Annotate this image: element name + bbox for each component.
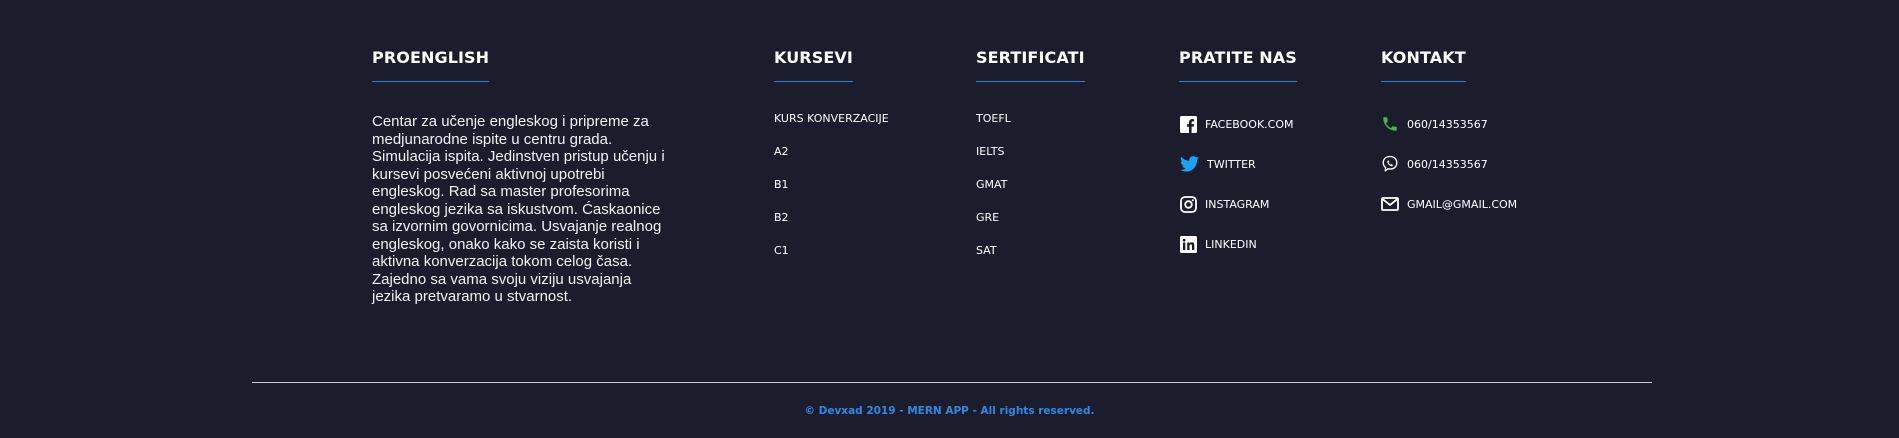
social-label-instagram: INSTAGRAM [1205, 197, 1270, 211]
courses-list: KURS KONVERZACIJE A2 B1 B2 C1 [774, 112, 934, 257]
envelope-icon [1381, 195, 1399, 213]
social-link-linkedin[interactable]: LINKEDIN [1179, 234, 1359, 254]
contact-phone[interactable]: 060/14353567 [1381, 114, 1601, 134]
social-link-instagram[interactable]: INSTAGRAM [1179, 194, 1359, 214]
phone-icon [1381, 115, 1399, 133]
about-section: PROENGLISH Centar za učenje engleskog i … [372, 48, 712, 306]
courses-title: KURSEVI [774, 48, 853, 67]
twitter-icon [1179, 155, 1199, 173]
contact-viber-label: 060/14353567 [1407, 157, 1488, 171]
about-title: PROENGLISH [372, 48, 490, 67]
social-label-twitter: TWITTER [1207, 157, 1256, 171]
courses-section: KURSEVI KURS KONVERZACIJE A2 B1 B2 C1 [774, 48, 934, 277]
linkedin-icon [1179, 235, 1197, 253]
follow-title: PRATITE NAS [1179, 48, 1297, 67]
contact-email[interactable]: GMAIL@GMAIL.COM [1381, 194, 1601, 214]
certificates-title: SERTIFICATI [976, 48, 1085, 67]
viber-icon [1381, 155, 1399, 173]
social-link-facebook[interactable]: FACEBOOK.COM [1179, 114, 1359, 134]
course-link-b2[interactable]: B2 [774, 211, 934, 224]
footer-divider [252, 382, 1652, 383]
contact-list: 060/14353567 060/14353567 GMAIL@GMAIL.CO… [1381, 114, 1601, 214]
social-link-twitter[interactable]: TWITTER [1179, 154, 1359, 174]
course-link-a2[interactable]: A2 [774, 145, 934, 158]
follow-section: PRATITE NAS FACEBOOK.COM TWITTER INSTAGR… [1179, 48, 1359, 274]
contact-title: KONTAKT [1381, 48, 1466, 67]
copyright-text: © Devxad 2019 - MERN APP - All rights re… [804, 405, 1095, 417]
social-list: FACEBOOK.COM TWITTER INSTAGRAM LINKEDIN [1179, 114, 1359, 254]
certificates-title-underline [976, 81, 1085, 82]
about-title-underline [372, 81, 490, 82]
contact-phone-label: 060/14353567 [1407, 117, 1488, 131]
social-label-linkedin: LINKEDIN [1205, 237, 1257, 251]
contact-email-label: GMAIL@GMAIL.COM [1407, 197, 1518, 211]
social-label-facebook: FACEBOOK.COM [1205, 117, 1294, 131]
certificate-link-sat[interactable]: SAT [976, 244, 1136, 257]
about-description: Centar za učenje engleskog i pripreme za… [372, 113, 665, 305]
certificate-link-ielts[interactable]: IELTS [976, 145, 1136, 158]
certificate-link-gre[interactable]: GRE [976, 211, 1136, 224]
certificates-section: SERTIFICATI TOEFL IELTS GMAT GRE SAT [976, 48, 1136, 277]
contact-title-underline [1381, 81, 1466, 82]
certificates-list: TOEFL IELTS GMAT GRE SAT [976, 112, 1136, 257]
instagram-icon [1179, 195, 1197, 213]
courses-title-underline [774, 81, 853, 82]
certificate-link-gmat[interactable]: GMAT [976, 178, 1136, 191]
course-link-b1[interactable]: B1 [774, 178, 934, 191]
contact-section: KONTAKT 060/14353567 060/14353567 GMAIL@… [1381, 48, 1601, 234]
course-link-konverzacija[interactable]: KURS KONVERZACIJE [774, 112, 934, 125]
contact-viber[interactable]: 060/14353567 [1381, 154, 1601, 174]
course-link-c1[interactable]: C1 [774, 244, 934, 257]
follow-title-underline [1179, 81, 1297, 82]
certificate-link-toefl[interactable]: TOEFL [976, 112, 1136, 125]
facebook-icon [1179, 115, 1197, 133]
